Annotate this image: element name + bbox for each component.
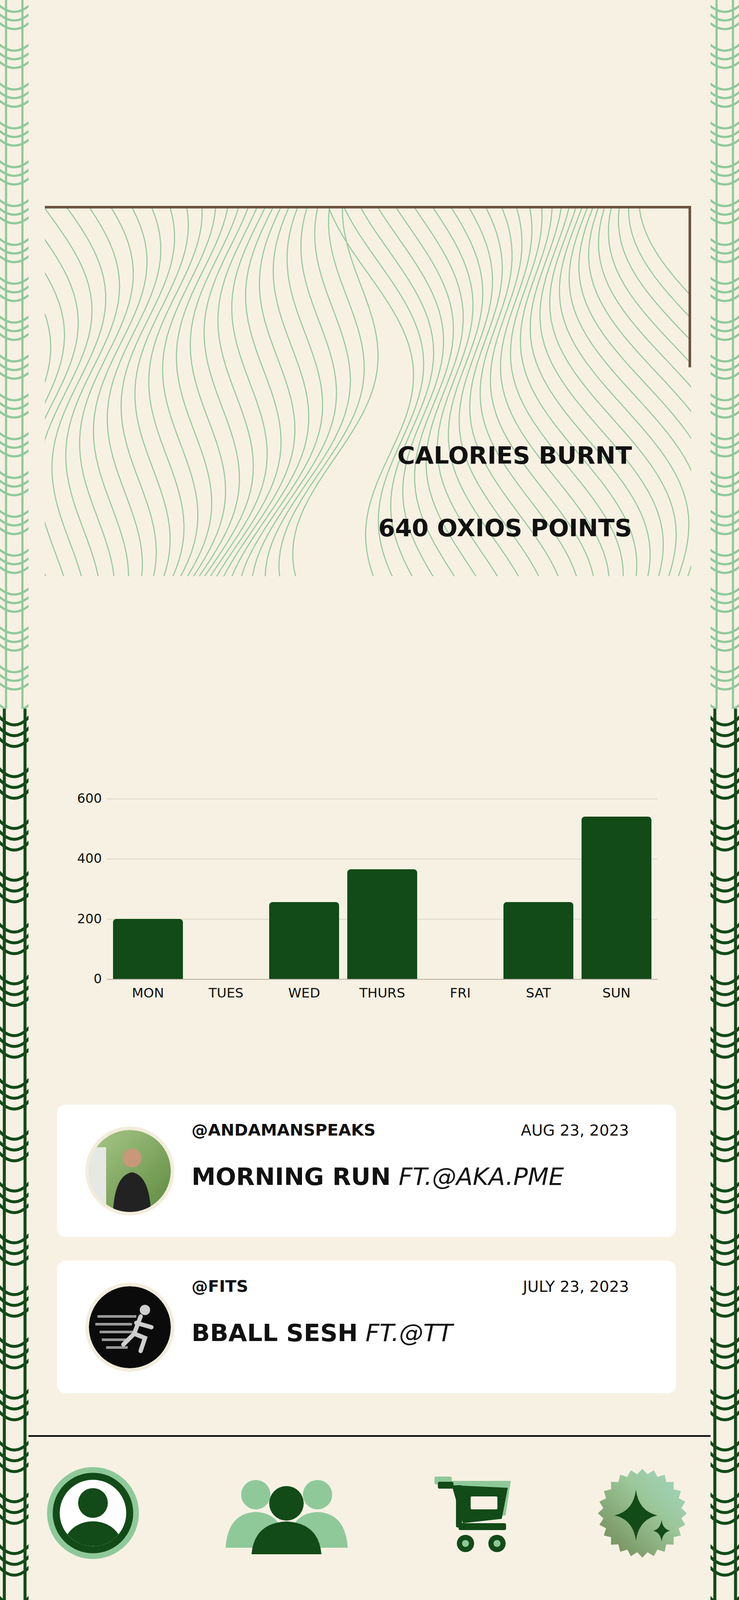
nav-divider — [28, 1434, 711, 1437]
y-tick: 0 — [93, 970, 102, 987]
x-axis: MON TUES WED THURS FRI SAT SUN — [106, 984, 658, 1001]
community-icon[interactable] — [225, 1471, 348, 1554]
chart-bar — [269, 901, 340, 979]
x-label: SAT — [503, 984, 574, 1001]
activity-title: MORNING RUNFT.@AKA.PME — [191, 1161, 629, 1191]
side-pattern-left — [0, 0, 29, 1600]
x-label: MON — [113, 984, 183, 1001]
activity-card[interactable]: @ANDAMANSPEAKS AUG 23, 2023 MORNING RUNFT.… — [56, 1103, 677, 1237]
rewards-badge-icon[interactable] — [597, 1467, 688, 1558]
activity-featuring[interactable]: FT.@AKA.PME — [398, 1161, 564, 1191]
activity-name: MORNING RUN — [191, 1161, 391, 1191]
y-tick: 200 — [77, 910, 102, 927]
chart-bar — [581, 816, 652, 979]
activity-featuring[interactable]: FT.@TT — [365, 1317, 453, 1347]
bar-chart: 6004002000MONTUESWEDTHURSFRISATSUN — [28, 798, 711, 1001]
activity-body: @FITS JULY 23, 2023 BBALL SESHFT.@TT — [191, 1273, 629, 1380]
summary-edge — [688, 208, 692, 368]
x-label: SUN — [581, 984, 652, 1001]
activity-user[interactable]: @ANDAMANSPEAKS — [191, 1119, 376, 1140]
y-tick: 400 — [77, 850, 102, 866]
bottom-nav — [28, 1436, 711, 1559]
plot — [106, 798, 658, 980]
pattern-dark-icon — [0, 708, 29, 1600]
chart-bar — [113, 918, 183, 979]
activity-body: @ANDAMANSPEAKS AUG 23, 2023 MORNING RUNFT.… — [191, 1116, 629, 1224]
pattern-light-icon — [0, 0, 29, 709]
plot-area: MON TUES WED THURS FRI SAT SUN — [106, 798, 658, 1001]
activity-header: @FITS JULY 23, 2023 — [191, 1275, 629, 1296]
activity-card[interactable]: @FITS JULY 23, 2023 BBALL SESHFT.@TT — [56, 1260, 677, 1393]
chart-bar — [347, 868, 418, 979]
shop-cart-icon[interactable] — [434, 1471, 511, 1554]
x-label: FRI — [425, 984, 496, 1001]
summary-value: 640 OXIOS POINTS — [378, 512, 633, 543]
activity-list: @ANDAMANSPEAKSAUG 23, 2023MORNING RUNFT.… — [56, 1103, 677, 1393]
summary-card: CALORIES BURNT 640 OXIOS POINTS — [44, 205, 692, 576]
avatar-photo-icon — [88, 1129, 171, 1212]
avatar[interactable] — [85, 1125, 175, 1215]
activity-user[interactable]: @FITS — [191, 1275, 249, 1296]
main-column: CALORIES BURNT 640 OXIOS POINTS 600 400 200 0… — [28, 0, 711, 1600]
chart-bar — [503, 901, 574, 979]
x-label: WED — [269, 984, 340, 1001]
pattern-light-icon — [710, 0, 739, 709]
app-screen: CALORIES BURNT 640 OXIOS POINTS 600 400 200 0… — [0, 0, 739, 1600]
side-pattern-right — [710, 0, 739, 1600]
activity-header: @ANDAMANSPEAKS AUG 23, 2023 — [191, 1119, 629, 1140]
pattern-dark-icon — [710, 708, 739, 1600]
y-axis: 600 400 200 0 — [71, 790, 102, 987]
chart-body: 6004002000MONTUESWEDTHURSFRISATSUN — [71, 798, 711, 1001]
avatar-logo-icon — [88, 1285, 171, 1368]
profile-icon[interactable] — [47, 1466, 139, 1559]
x-label: TUES — [191, 984, 262, 1001]
x-label: THURS — [347, 984, 418, 1001]
activity-title: BBALL SESHFT.@TT — [191, 1317, 629, 1347]
activity-date: JULY 23, 2023 — [522, 1276, 629, 1296]
summary-title: CALORIES BURNT — [397, 440, 633, 470]
activity-date: AUG 23, 2023 — [520, 1119, 629, 1140]
activity-name: BBALL SESH — [191, 1317, 358, 1347]
summary-text: CALORIES BURNT 640 OXIOS POINTS — [44, 208, 692, 576]
avatar[interactable] — [85, 1282, 175, 1372]
y-tick: 600 — [77, 790, 102, 806]
